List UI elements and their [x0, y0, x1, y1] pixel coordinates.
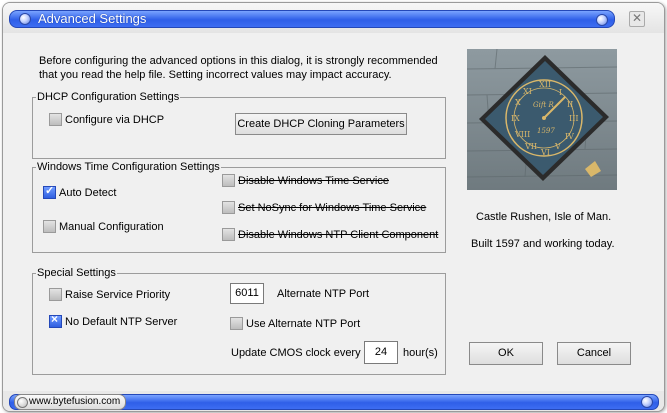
svg-text:III: III	[569, 114, 578, 123]
disable-ntp-client-checkbox[interactable]: Disable Windows NTP Client Component	[222, 228, 438, 241]
svg-text:IV: IV	[565, 132, 574, 141]
windows-time-group-label: Windows Time Configuration Settings	[36, 161, 221, 174]
disable-time-service-label: Disable Windows Time Service	[238, 174, 389, 187]
title-pill: Advanced Settings	[9, 10, 615, 28]
window-orb-icon	[19, 13, 31, 25]
photo-caption-2: Built 1597 and working today.	[471, 238, 615, 250]
website-link-text: www.bytefusion.com	[29, 396, 121, 407]
cmos-hours-field[interactable]: 24	[364, 341, 398, 364]
raise-priority-label: Raise Service Priority	[65, 288, 171, 301]
ntp-port-field[interactable]: 6011	[230, 283, 264, 304]
raise-priority-checkbox[interactable]: Raise Service Priority	[49, 288, 170, 301]
title-bar[interactable]: Advanced Settings ✕	[3, 3, 664, 33]
disable-time-service-box[interactable]	[222, 174, 235, 187]
svg-text:XII: XII	[539, 80, 551, 89]
nosync-label: Set NoSync for Windows Time Service	[238, 201, 427, 214]
status-end-orb-icon	[641, 396, 653, 408]
cmos-unit-label: hour(s)	[403, 347, 438, 359]
clock-year: 1597	[537, 127, 555, 135]
clock-inscription: Gift R	[533, 101, 554, 109]
svg-text:II: II	[567, 100, 573, 109]
configure-dhcp-label: Configure via DHCP	[65, 113, 165, 126]
disable-ntp-client-label: Disable Windows NTP Client Component	[238, 228, 439, 241]
raise-priority-box[interactable]	[49, 288, 62, 301]
close-button[interactable]: ✕	[629, 11, 645, 27]
manual-config-checkbox[interactable]: Manual Configuration	[43, 220, 164, 233]
advanced-settings-window: Advanced Settings ✕ Before configuring t…	[2, 2, 665, 412]
auto-detect-label: Auto Detect	[59, 186, 117, 199]
window-title: Advanced Settings	[38, 11, 147, 26]
use-alt-port-checkbox[interactable]: Use Alternate NTP Port	[230, 317, 360, 330]
svg-text:I: I	[559, 88, 562, 97]
svg-text:VII: VII	[524, 142, 537, 151]
clock-photo: XII III VI IX I II IV V VII VIII X XI Gi…	[466, 48, 618, 190]
intro-text: Before configuring the advanced options …	[39, 54, 439, 82]
auto-detect-box[interactable]	[43, 184, 56, 199]
photo-caption-1: Castle Rushen, Isle of Man.	[476, 211, 612, 223]
intro-line-2: that you read the help file. Setting inc…	[39, 69, 392, 81]
svg-text:VIII: VIII	[514, 130, 530, 139]
nosync-box[interactable]	[222, 201, 235, 214]
manual-config-box[interactable]	[43, 220, 56, 233]
title-end-orb-icon	[596, 14, 608, 26]
svg-text:X: X	[515, 98, 521, 107]
cancel-button[interactable]: Cancel	[557, 342, 631, 365]
status-bar: www.bytefusion.com	[3, 391, 664, 411]
create-dhcp-cloning-button[interactable]: Create DHCP Cloning Parameters	[235, 113, 407, 135]
configure-dhcp-checkbox[interactable]: Configure via DHCP	[49, 113, 164, 126]
use-alt-port-label: Use Alternate NTP Port	[246, 317, 361, 330]
dhcp-group-label: DHCP Configuration Settings	[36, 91, 181, 104]
svg-text:IX: IX	[511, 114, 520, 123]
cmos-label: Update CMOS clock every	[231, 347, 361, 359]
svg-text:VI: VI	[540, 148, 550, 157]
use-alt-port-box[interactable]	[230, 317, 243, 330]
nosync-checkbox[interactable]: Set NoSync for Windows Time Service	[222, 201, 426, 214]
website-link[interactable]: www.bytefusion.com	[14, 394, 127, 410]
status-pill: www.bytefusion.com	[9, 394, 659, 410]
configure-dhcp-box[interactable]	[49, 113, 62, 126]
svg-text:XI: XI	[523, 87, 532, 96]
link-orb-icon	[17, 397, 28, 408]
special-group-label: Special Settings	[36, 267, 117, 280]
manual-config-label: Manual Configuration	[59, 220, 164, 233]
ok-button[interactable]: OK	[469, 342, 543, 365]
no-default-ntp-checkbox[interactable]: No Default NTP Server	[49, 312, 178, 328]
no-default-ntp-label: No Default NTP Server	[65, 315, 178, 328]
alt-port-label: Alternate NTP Port	[277, 288, 370, 300]
svg-text:V: V	[554, 142, 561, 151]
dialog-content: Before configuring the advanced options …	[3, 33, 664, 391]
intro-line-1: Before configuring the advanced options …	[39, 55, 438, 67]
auto-detect-checkbox[interactable]: Auto Detect	[43, 184, 117, 199]
no-default-ntp-box[interactable]	[49, 312, 62, 328]
disable-ntp-client-box[interactable]	[222, 228, 235, 241]
clock-photo-graphic: XII III VI IX I II IV V VII VIII X XI Gi…	[466, 48, 618, 190]
disable-time-service-checkbox[interactable]: Disable Windows Time Service	[222, 174, 389, 187]
